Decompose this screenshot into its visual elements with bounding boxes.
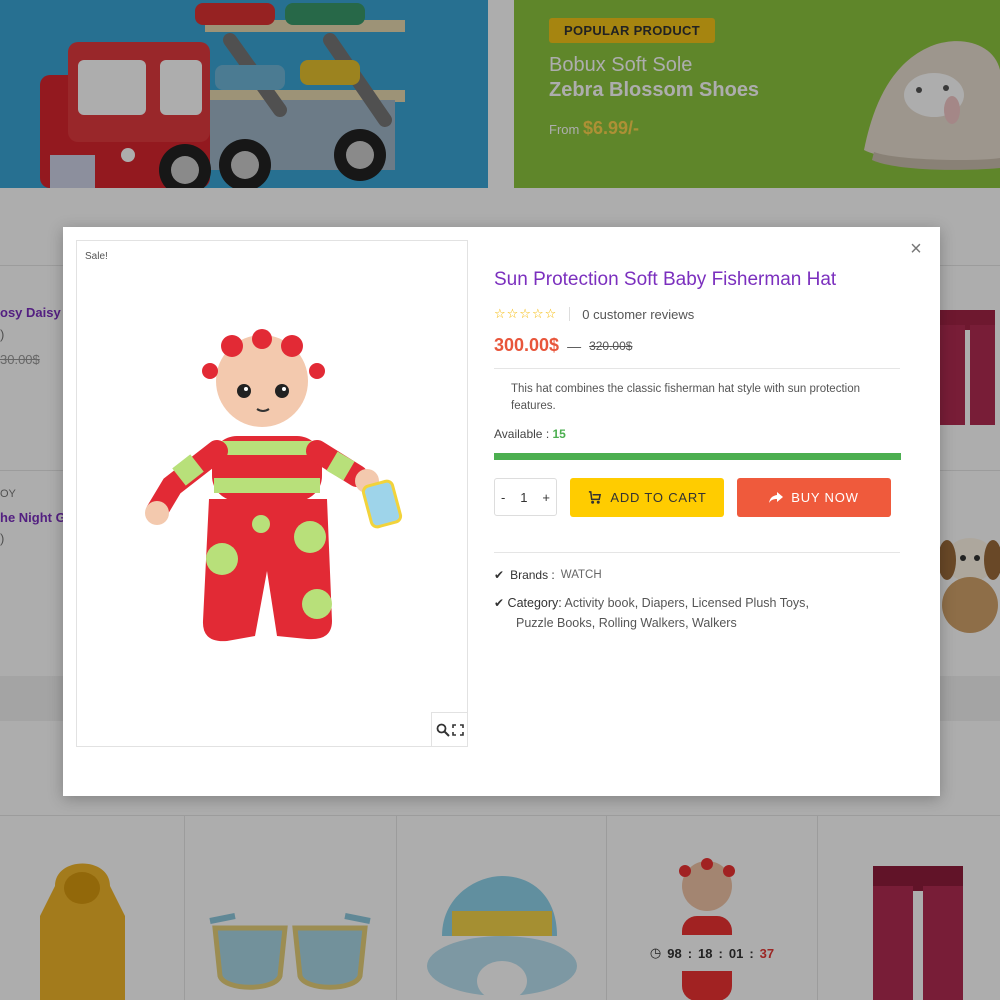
plush-doll-image [145,329,403,642]
buy-now-label: BUY NOW [791,490,859,505]
qty-increment-button[interactable]: + [542,490,550,505]
category-link[interactable]: Diapers [642,596,685,610]
expand-icon [451,723,464,736]
brands-label: Brands : [510,568,555,582]
add-to-cart-button[interactable]: ADD TO CART [570,478,724,517]
stock-progress-fill [494,453,901,460]
category-link[interactable]: Activity book [565,596,635,610]
category-link[interactable]: Licensed Plush Toys [692,596,806,610]
category-link[interactable]: Rolling Walkers [599,616,685,630]
product-title: Sun Protection Soft Baby Fisherman Hat [494,269,837,290]
magnifier-icon [436,723,450,737]
product-description: This hat combines the classic fisherman … [511,383,860,412]
price-dash: — [567,337,582,354]
brands-row: ✔ Brands : WATCH [494,568,602,582]
stroller-icon [589,491,602,504]
check-icon: ✔ [494,596,505,610]
current-price: 300.00$ [494,335,560,355]
qty-value[interactable]: 1 [520,490,527,505]
category-link[interactable]: Walkers [692,616,737,630]
divider [569,307,571,321]
availability: Available : 15 [494,427,566,441]
availability-label: Available : [494,427,550,441]
quick-view-modal: × Sale! Sun Protection Soft Baby Fisherm… [63,227,940,796]
old-price: 320.00$ [589,338,633,353]
category-link[interactable]: Puzzle Books [516,616,592,630]
qty-decrement-button[interactable]: - [501,490,505,505]
price-row: 300.00$ — 320.00$ [494,335,632,356]
close-icon[interactable]: × [906,239,926,259]
category-label: Category: [507,596,562,610]
availability-count: 15 [552,427,566,441]
rating-row: ☆☆☆☆☆ 0 customer reviews [494,306,694,322]
check-icon: ✔ [494,568,505,582]
zoom-fullscreen-button[interactable] [431,712,467,746]
quantity-stepper[interactable]: - 1 + [494,478,557,516]
category-row: ✔ Category: Activity book, Diapers, Lice… [494,596,809,630]
product-image-panel: Sale! [76,240,468,747]
customer-reviews-link[interactable]: 0 customer reviews [582,307,694,322]
buy-now-button[interactable]: BUY NOW [737,478,891,517]
divider [494,368,900,369]
star-rating-icon: ☆☆☆☆☆ [494,306,558,321]
add-to-cart-label: ADD TO CART [610,490,707,505]
share-arrow-icon [769,491,784,503]
brands-value[interactable]: WATCH [561,569,602,581]
stock-progress-bar [494,453,901,460]
divider [494,552,900,553]
